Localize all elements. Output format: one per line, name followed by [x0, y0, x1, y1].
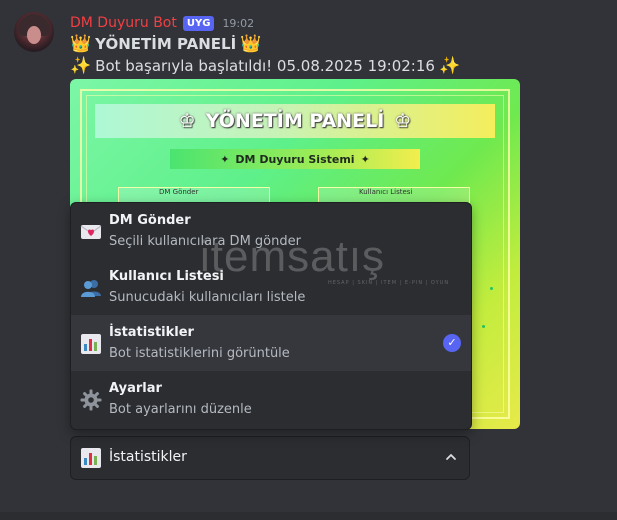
crown-icon: 👑: [70, 34, 92, 54]
users-icon: [81, 280, 101, 297]
menu-option-user-list[interactable]: Kullanıcı Listesi Sunucudaki kullanıcıla…: [71, 259, 471, 315]
message-timestamp: 19:02: [222, 16, 255, 30]
embed-title: YÖNETİM PANELİ: [205, 110, 385, 132]
message-status-text: Bot başarıyla başlatıldı! 05.08.2025 19:…: [95, 57, 435, 75]
message-line-status: ✨ Bot başarıyla başlatıldı! 05.08.2025 1…: [70, 56, 460, 76]
avatar-face: [27, 26, 41, 44]
embed-title-bar: ♔ YÖNETİM PANELİ ♔: [95, 104, 495, 138]
username[interactable]: DM Duyuru Bot: [70, 15, 177, 31]
select-value: İstatistikler: [109, 449, 187, 465]
option-description: Sunucudaki kullanıcıları listele: [109, 290, 306, 305]
option-description: Seçili kullanıcılara DM gönder: [109, 234, 301, 249]
decor-dot: [482, 325, 485, 328]
message-header: DM Duyuru Bot UYG 19:02: [70, 13, 254, 33]
message-line-title: 👑 YÖNETİM PANELİ 👑: [70, 34, 261, 54]
sparkle-icon: ✦: [360, 152, 370, 166]
bar-chart-icon: [81, 448, 101, 468]
watermark-tagline: HESAP | SKIN | ITEM | E-PIN | OYUN: [328, 280, 450, 286]
option-label: İstatistikler: [109, 325, 194, 340]
menu-option-settings[interactable]: Ayarlar Bot ayarlarını düzenle: [71, 371, 471, 427]
sparkles-icon: ✨: [438, 56, 461, 76]
selected-check-icon: ✓: [443, 334, 461, 352]
sparkle-icon: ✦: [220, 152, 230, 166]
select-menu-dropdown: DM Gönder Seçili kullanıcılara DM gönder…: [70, 202, 472, 430]
option-description: Bot ayarlarını düzenle: [109, 402, 252, 417]
user-avatar[interactable]: [14, 12, 54, 52]
chat-input-edge: [0, 512, 617, 520]
menu-option-statistics[interactable]: İstatistikler Bot istatistiklerini görün…: [71, 315, 471, 371]
bar-chart-icon: [81, 334, 101, 354]
menu-option-dm-send[interactable]: DM Gönder Seçili kullanıcılara DM gönder: [71, 203, 471, 259]
bot-badge: UYG: [182, 15, 215, 31]
embed-subtitle: DM Duyuru Sistemi: [235, 152, 355, 166]
option-description: Bot istatistiklerini görüntüle: [109, 346, 290, 361]
option-label: Kullanıcı Listesi: [109, 269, 224, 284]
embed-subtitle-bar: ✦ DM Duyuru Sistemi ✦: [170, 149, 420, 169]
sparkles-icon: ✨: [70, 56, 92, 76]
option-label: Ayarlar: [109, 381, 162, 396]
message-title-text: YÖNETİM PANELİ: [95, 35, 237, 53]
statistics-select[interactable]: İstatistikler: [70, 436, 470, 480]
crown-icon: 👑: [240, 34, 262, 54]
gear-icon: [80, 389, 102, 411]
decor-dot: [490, 287, 493, 290]
crown-outline-icon: ♔: [394, 110, 412, 132]
chevron-up-icon[interactable]: [445, 451, 457, 463]
crown-outline-icon: ♔: [178, 110, 196, 132]
option-label: DM Gönder: [109, 213, 191, 228]
love-letter-icon: [80, 225, 102, 239]
